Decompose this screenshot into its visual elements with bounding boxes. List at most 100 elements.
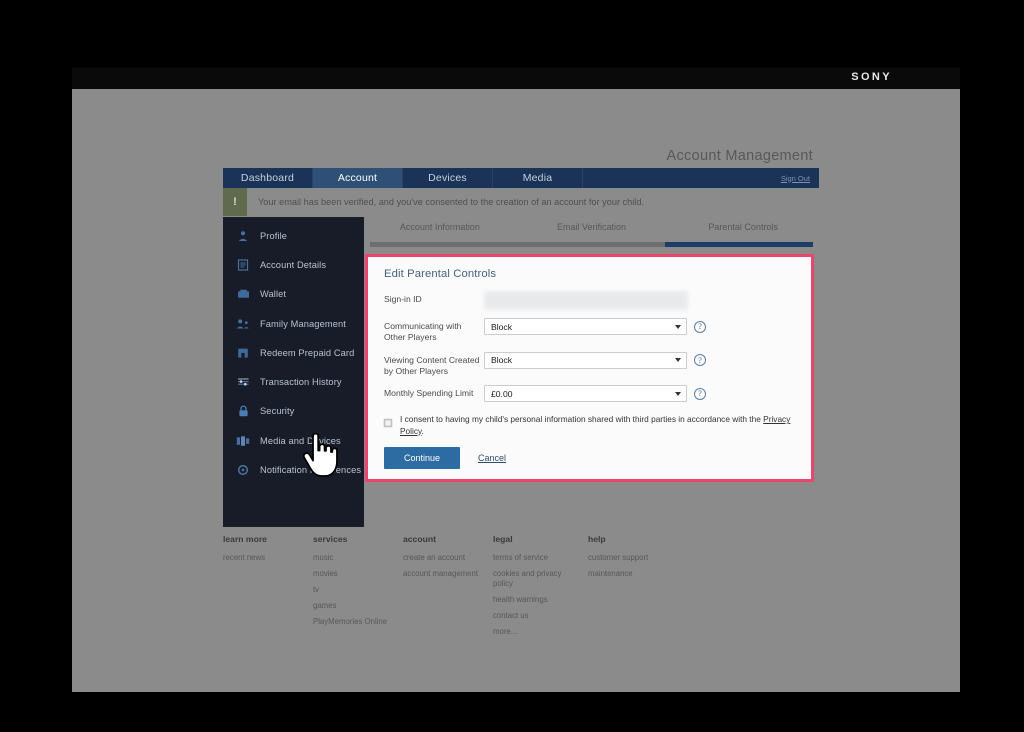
sidebar: Profile Account Details Wallet Family Ma… [223, 217, 364, 527]
step-segment-2 [517, 242, 666, 247]
communicating-select[interactable]: Block [484, 318, 687, 335]
content-area: Profile Account Details Wallet Family Ma… [223, 217, 819, 527]
button-row: Continue Cancel [384, 447, 795, 470]
sidebar-item-label: Family Management [260, 318, 346, 329]
sidebar-item-label: Security [260, 406, 295, 417]
consent-text: I consent to having my child's personal … [400, 414, 795, 437]
footer-link[interactable]: account management [403, 569, 483, 579]
consent-text-after: . [421, 425, 424, 436]
field-control: £0.00 ? [484, 385, 795, 403]
edit-parental-controls-panel: Edit Parental Controls Sign-in ID Commun… [365, 254, 814, 482]
footer-link[interactable]: more... [493, 627, 578, 637]
notification-banner: ! Your email has been verified, and you'… [223, 188, 819, 216]
sidebar-item-wallet[interactable]: Wallet [223, 280, 364, 309]
sidebar-item-label: Media and Devices [260, 435, 341, 446]
footer-column-help: help customer support maintenance [588, 534, 678, 643]
sidebar-item-notification-preferences[interactable]: Notification Preferences [223, 455, 364, 484]
sidebar-item-label: Profile [260, 230, 288, 241]
select-value: Block [491, 321, 513, 332]
page-body: Account Management Dashboard Account Dev… [72, 89, 960, 692]
sidebar-item-label: Redeem Prepaid Card [260, 347, 355, 358]
sidebar-item-transaction-history[interactable]: Transaction History [223, 367, 364, 396]
nav-item-media[interactable]: Media [493, 168, 583, 188]
main-column: Account Information Email Verification P… [364, 217, 819, 527]
footer-heading: learn more [223, 534, 267, 544]
step-segment-1 [370, 242, 518, 247]
sidebar-item-media-and-devices[interactable]: Media and Devices [223, 426, 364, 455]
consent-checkbox[interactable] [384, 419, 392, 428]
field-control [484, 291, 795, 310]
tab-email-verification[interactable]: Email Verification [516, 222, 668, 239]
field-control: Block ? [484, 318, 795, 335]
help-icon[interactable]: ? [694, 320, 706, 333]
step-progress-bar [370, 242, 814, 247]
select-value: Block [491, 355, 513, 366]
field-label: Sign-in ID [384, 294, 422, 304]
footer-link[interactable]: movies [313, 569, 393, 579]
footer-column-learn-more: learn more recent news [223, 534, 313, 643]
field-label: Monthly Spending Limit [384, 388, 474, 399]
main-navigation: Dashboard Account Devices Media Sign Out [223, 168, 819, 188]
footer-heading: legal [493, 534, 513, 544]
page-title: Account Management [666, 148, 813, 164]
browser-viewport: SONY Account Management Dashboard Accoun… [72, 67, 960, 692]
field-label: Viewing Content Created by Other Players [384, 354, 480, 376]
sidebar-item-label: Wallet [260, 289, 287, 300]
sidebar-item-label: Account Details [260, 259, 327, 270]
chevron-down-icon [675, 324, 681, 329]
list-icon [235, 375, 251, 389]
footer-link[interactable]: games [313, 601, 393, 611]
help-icon[interactable]: ? [694, 354, 706, 367]
viewing-content-select[interactable]: Block [484, 351, 687, 369]
field-row-sign-in-id: Sign-in ID [384, 291, 795, 310]
exclamation-icon: ! [223, 188, 247, 216]
sidebar-item-label: Transaction History [260, 377, 342, 388]
nav-item-devices[interactable]: Devices [403, 168, 493, 188]
field-label: Communicating with Other Players [384, 321, 462, 343]
chevron-down-icon [675, 358, 681, 363]
sidebar-item-security[interactable]: Security [223, 397, 364, 426]
footer-heading: account [403, 534, 436, 544]
footer-link[interactable]: customer support [588, 553, 668, 563]
footer-heading: services [313, 534, 348, 544]
monthly-spending-limit-select[interactable]: £0.00 [484, 385, 687, 403]
sony-logo: SONY [851, 71, 892, 83]
footer-link[interactable]: maintenance [588, 569, 668, 579]
cancel-link[interactable]: Cancel [478, 453, 506, 463]
help-icon[interactable]: ? [694, 387, 706, 400]
footer-heading: help [588, 534, 606, 544]
field-row-spending-limit: Monthly Spending Limit £0.00 ? [384, 385, 795, 403]
sign-in-id-field [484, 291, 688, 310]
document-icon [235, 258, 251, 272]
footer-link[interactable]: tv [313, 585, 393, 595]
footer-column-services: services music movies tv games PlayMemor… [313, 534, 403, 643]
footer-link[interactable]: music [313, 553, 393, 563]
sidebar-item-redeem-prepaid-card[interactable]: Redeem Prepaid Card [223, 338, 364, 367]
continue-button[interactable]: Continue [384, 447, 461, 470]
footer-column-account: account create an account account manage… [403, 534, 493, 643]
step-tabs: Account Information Email Verification P… [364, 217, 819, 239]
chevron-down-icon [675, 391, 681, 396]
card-icon [235, 346, 251, 360]
nav-item-dashboard[interactable]: Dashboard [223, 168, 313, 188]
footer-link[interactable]: health warnings [493, 595, 578, 605]
person-icon [235, 229, 251, 243]
footer-link[interactable]: cookies and privacy policy [493, 569, 578, 589]
sidebar-item-profile[interactable]: Profile [223, 221, 364, 250]
footer-link[interactable]: recent news [223, 553, 303, 563]
tab-account-information[interactable]: Account Information [364, 222, 516, 239]
notification-message: Your email has been verified, and you've… [258, 197, 644, 207]
consent-row: I consent to having my child's personal … [384, 414, 795, 437]
nav-item-account[interactable]: Account [313, 168, 403, 188]
footer-link[interactable]: contact us [493, 611, 578, 621]
tab-parental-controls[interactable]: Parental Controls [667, 222, 819, 239]
footer-link[interactable]: create an account [403, 553, 483, 563]
footer-link[interactable]: terms of service [493, 553, 578, 563]
sidebar-item-account-details[interactable]: Account Details [223, 250, 364, 279]
footer-link[interactable]: PlayMemories Online [313, 617, 393, 627]
sidebar-item-family-management[interactable]: Family Management [223, 309, 364, 338]
sign-out-link[interactable]: Sign Out [781, 168, 819, 188]
sidebar-item-label: Notification Preferences [260, 465, 362, 476]
step-segment-3 [665, 242, 814, 247]
